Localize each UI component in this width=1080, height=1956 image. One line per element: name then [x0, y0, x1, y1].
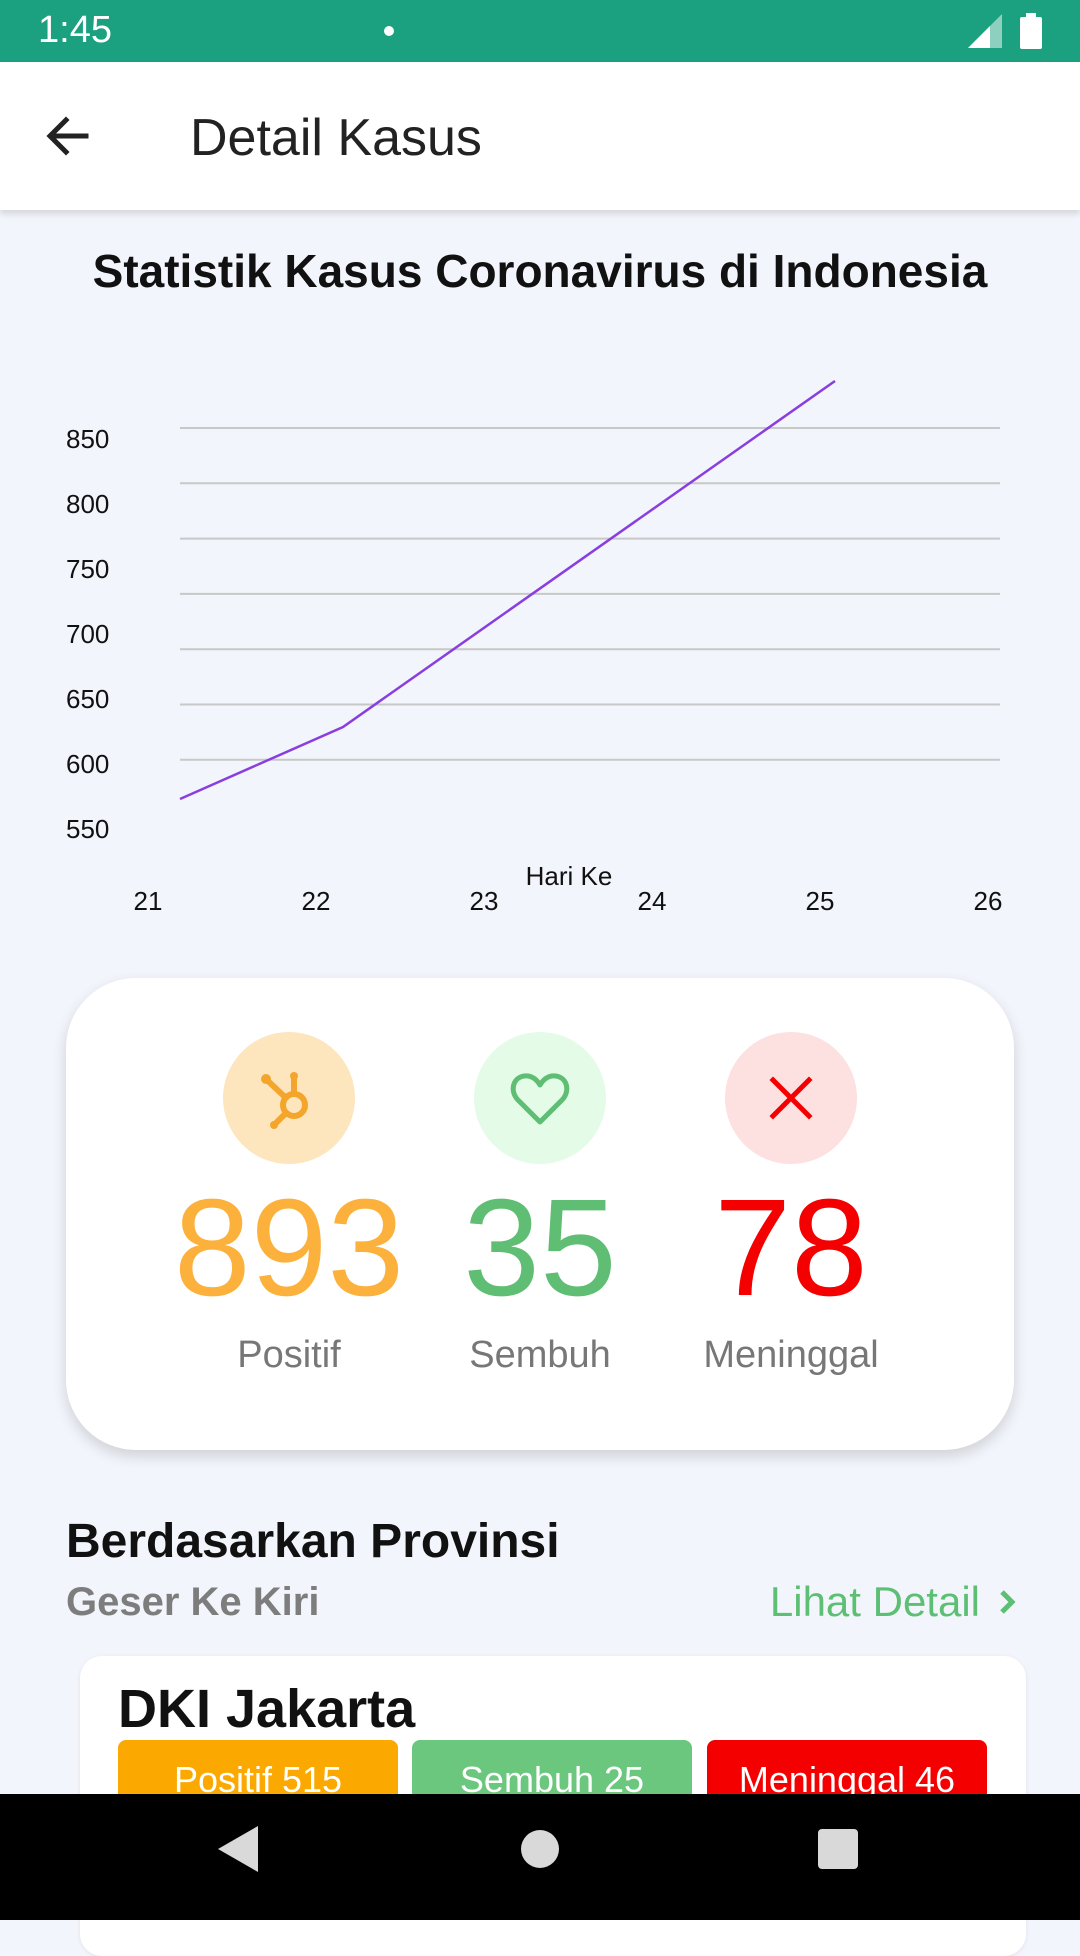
line-chart: 850 800 750 700 650 600 550 21 22 23 24 25 26 Hari Ke: [0, 330, 1080, 930]
nav-recents-icon[interactable]: [816, 1824, 860, 1874]
page-title: Detail Kasus: [190, 108, 482, 168]
x-tick-label: 24: [638, 886, 667, 916]
notification-dot-icon: [384, 26, 394, 36]
x-axis-label: Hari Ke: [526, 861, 613, 891]
heart-icon: [510, 1070, 570, 1126]
y-tick-label: 550: [66, 814, 109, 844]
x-tick-label: 25: [806, 886, 835, 916]
province-section-title: Berdasarkan Provinsi: [66, 1514, 560, 1569]
deaths-label: Meninggal: [641, 1334, 941, 1377]
arrow-back-icon[interactable]: [40, 108, 96, 164]
y-tick-label: 850: [66, 424, 109, 454]
deaths-count: 78: [641, 1168, 941, 1328]
app-bar: Detail Kasus: [0, 62, 1080, 210]
hubspot-icon: [254, 1063, 324, 1133]
series-line: [180, 381, 835, 799]
status-bar: 1:45: [0, 0, 1080, 62]
status-time: 1:45: [38, 9, 112, 52]
province-section-subtitle: Geser Ke Kiri: [66, 1580, 319, 1625]
y-tick-label: 750: [66, 554, 109, 584]
see-detail-link[interactable]: Lihat Detail: [770, 1578, 1016, 1626]
see-detail-label: Lihat Detail: [770, 1578, 980, 1626]
y-tick-label: 650: [66, 684, 109, 714]
x-tick-label: 26: [974, 886, 1003, 916]
positive-icon-circle: [223, 1032, 355, 1164]
stats-card: 893 Positif 35 Sembuh 78 Meninggal: [66, 978, 1014, 1450]
province-name: DKI Jakarta: [118, 1678, 415, 1740]
deaths-icon-circle: [725, 1032, 857, 1164]
y-tick-label: 800: [66, 489, 109, 519]
y-tick-label: 700: [66, 619, 109, 649]
x-tick-label: 21: [134, 886, 163, 916]
nav-home-icon[interactable]: [518, 1824, 562, 1874]
y-tick-label: 600: [66, 749, 109, 779]
chart-title: Statistik Kasus Coronavirus di Indonesia: [0, 244, 1080, 298]
x-tick-label: 23: [470, 886, 499, 916]
recovered-icon-circle: [474, 1032, 606, 1164]
chevron-right-icon: [998, 1589, 1016, 1615]
close-icon: [769, 1076, 813, 1120]
navigation-bar: [0, 1794, 1080, 1920]
nav-back-icon[interactable]: [216, 1824, 260, 1874]
battery-icon: [1020, 13, 1042, 49]
stat-deaths: 78 Meninggal: [641, 1032, 941, 1377]
x-tick-label: 22: [302, 886, 331, 916]
signal-icon: [968, 14, 1002, 48]
